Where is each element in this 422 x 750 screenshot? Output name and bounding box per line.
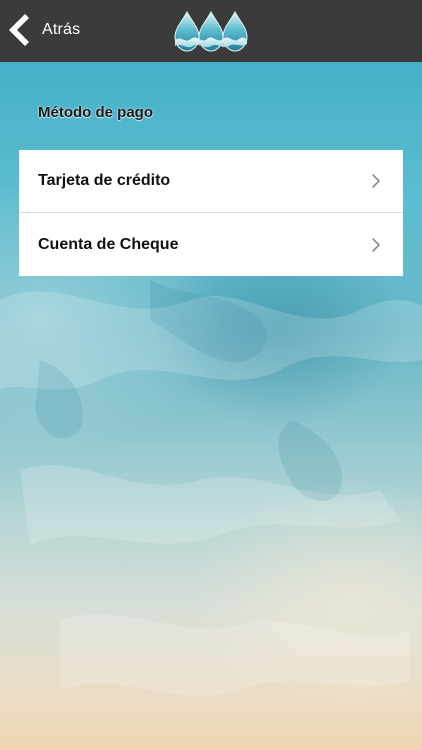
- payment-method-list: Tarjeta de crédito Cuenta de Cheque: [19, 150, 403, 276]
- back-label: Atrás: [42, 21, 81, 38]
- section-title: Método de pago: [38, 104, 153, 121]
- back-button[interactable]: Atrás: [6, 8, 80, 52]
- payment-option-label: Tarjeta de crédito: [38, 172, 171, 189]
- chevron-right-icon: [372, 237, 380, 252]
- payment-option-checking-account[interactable]: Cuenta de Cheque: [19, 212, 403, 276]
- top-navigation-bar: Atrás: [0, 0, 422, 62]
- water-drops-logo: [174, 10, 248, 52]
- chevron-left-icon: [9, 14, 29, 46]
- payment-option-credit-card[interactable]: Tarjeta de crédito: [19, 150, 403, 212]
- payment-option-label: Cuenta de Cheque: [38, 235, 179, 253]
- chevron-right-icon: [372, 174, 380, 188]
